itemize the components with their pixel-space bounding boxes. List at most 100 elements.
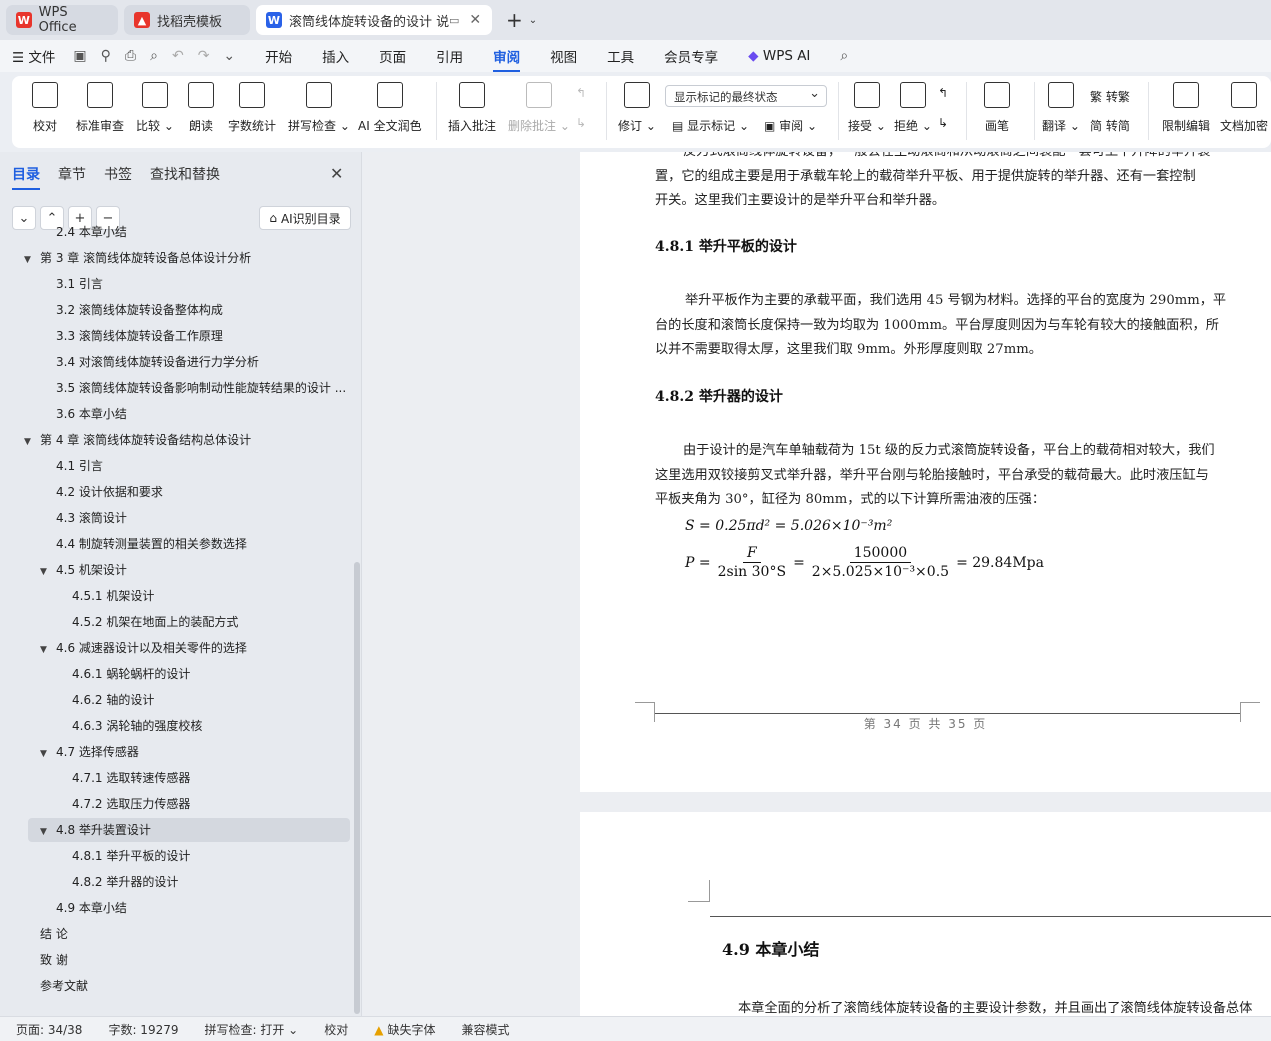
toc-item[interactable]: 4.5.2 机架在地面上的装配方式 (56, 609, 238, 635)
previous-comment-icon[interactable]: ↰ (576, 86, 586, 100)
expand-arrow-icon[interactable]: ▼ (40, 741, 56, 765)
close-icon[interactable]: ✕ (469, 12, 481, 28)
toc-item[interactable]: 4.9 本章小结 (40, 895, 127, 921)
reject-button[interactable]: 拒绝 ⌄ (894, 82, 932, 134)
toc-item[interactable]: 4.7.2 选取压力传感器 (56, 791, 190, 817)
encrypt-document-button[interactable]: 文档加密 (1220, 82, 1268, 134)
undo-icon[interactable]: ↶ (172, 48, 184, 64)
menu-reference[interactable]: 引用 (436, 46, 463, 66)
toc-item[interactable]: ▼ 4.5 机架设计 (40, 557, 127, 583)
menu-view[interactable]: 视图 (550, 46, 577, 66)
chevron-down-icon[interactable]: ⌄ (223, 48, 235, 64)
toc-item[interactable]: 4.5.1 机架设计 (56, 583, 154, 609)
menu-member[interactable]: 会员专享 (664, 46, 718, 66)
save-icon[interactable]: ▣ (73, 48, 86, 64)
print-icon[interactable]: ⎙ (125, 48, 136, 64)
file-menu[interactable]: ☰ 文件 (12, 46, 55, 66)
proofread-status[interactable]: 校对 (324, 1021, 348, 1038)
toc-item[interactable]: 4.8.1 举升平板的设计 (56, 843, 190, 869)
collapse-all-icon[interactable]: ⌄ (12, 206, 36, 230)
toc-item[interactable]: ▼ 第 3 章 滚筒线体旋转设备总体设计分析 (24, 245, 251, 271)
toc-item[interactable]: 3.1 引言 (40, 271, 103, 297)
pen-button[interactable]: 画笔 (984, 82, 1010, 134)
track-changes-button[interactable]: 修订 ⌄ (618, 82, 656, 134)
standard-review-button[interactable]: 标准审查 (76, 82, 124, 134)
toc-item[interactable]: 4.6.1 蜗轮蜗杆的设计 (56, 661, 190, 687)
toc-item[interactable]: ▼ 4.8 举升装置设计 (40, 817, 151, 843)
toc-item[interactable]: ▼ 第 4 章 滚筒线体旋转设备结构总体设计 (24, 427, 251, 453)
page-indicator[interactable]: 页面: 34/38 (16, 1021, 82, 1038)
ai-polish-button[interactable]: AI 全文润色 (358, 82, 422, 134)
print-preview-icon[interactable]: ⌕ (150, 48, 158, 64)
menu-review[interactable]: 审阅 (493, 46, 521, 72)
word-count[interactable]: 字数: 19279 (108, 1021, 178, 1038)
expand-arrow-icon[interactable]: ▼ (40, 559, 56, 583)
menu-tools[interactable]: 工具 (607, 46, 634, 66)
ai-toc-button[interactable]: ⌂ AI识别目录 (259, 206, 351, 230)
word-count-button[interactable]: 字数统计 (228, 82, 276, 134)
tab-chapters[interactable]: 章节 (58, 164, 86, 184)
expand-arrow-icon[interactable]: ▼ (40, 819, 56, 843)
export-icon[interactable]: ⚲ (101, 48, 111, 64)
expand-arrow-icon[interactable]: ▼ (24, 247, 40, 271)
toc-item[interactable]: 3.4 对滚筒线体旋转设备进行力学分析 (40, 349, 259, 375)
toc-item[interactable]: 4.7.1 选取转速传感器 (56, 765, 190, 791)
toc-item[interactable]: ▼ 4.7 选择传感器 (40, 739, 139, 765)
menu-start[interactable]: 开始 (265, 46, 292, 66)
proofread-button[interactable]: 校对 (32, 82, 58, 134)
close-icon[interactable]: ✕ (330, 164, 343, 183)
tab-toc[interactable]: 目录 (12, 164, 40, 190)
toc-item[interactable]: 4.1 引言 (40, 453, 103, 479)
insert-comment-button[interactable]: 插入批注 (448, 82, 496, 134)
toc-item[interactable]: 3.2 滚筒线体旋转设备整体构成 (40, 297, 223, 323)
toc-item[interactable]: 4.8.2 举升器的设计 (56, 869, 178, 895)
new-tab-icon[interactable]: + (506, 8, 523, 32)
delete-comment-button[interactable]: 删除批注 ⌄ (508, 82, 570, 134)
toc-item[interactable]: 4.2 设计依据和要求 (40, 479, 163, 505)
expand-arrow-icon[interactable]: ▼ (24, 429, 40, 453)
tab-bookmarks[interactable]: 书签 (104, 164, 132, 184)
toc-item[interactable]: 4.6.2 轴的设计 (56, 687, 154, 713)
toc-item[interactable]: 4.3 滚筒设计 (40, 505, 127, 531)
toc-item[interactable]: 致 谢 (24, 947, 68, 973)
markup-display-select[interactable]: 显示标记的最终状态 (665, 85, 827, 107)
toc-item[interactable]: 4.6.3 涡轮轴的强度校核 (56, 713, 202, 739)
toc-item[interactable]: 3.5 滚筒线体旋转设备影响制动性能旋转结果的设计 ... (40, 375, 346, 401)
review-pane-button[interactable]: ▣ 审阅 ⌄ (764, 117, 817, 134)
toc-item[interactable]: ▼ 4.6 减速器设计以及相关零件的选择 (40, 635, 247, 661)
navigation-tabs: 目录 章节 书签 查找和替换 (12, 164, 238, 190)
toc-item[interactable]: 3.6 本章小结 (40, 401, 127, 427)
toc-item-label: 4.5.2 机架在地面上的装配方式 (72, 615, 239, 629)
toc-item[interactable]: 2.4 本章小结 (40, 219, 127, 245)
missing-font-status[interactable]: ▲ 缺失字体 (374, 1021, 435, 1038)
previous-change-icon[interactable]: ↰ (938, 86, 948, 100)
next-comment-icon[interactable]: ↳ (576, 116, 586, 130)
menu-wps-ai[interactable]: ◆ WPS AI (748, 48, 810, 64)
spell-check-status[interactable]: 拼写检查: 打开 ⌄ (205, 1021, 299, 1038)
tab-current-document[interactable]: W 滚筒线体旋转设备的设计 说明 ▭ ✕ (256, 5, 492, 35)
compare-button[interactable]: 比较 ⌄ (136, 82, 174, 134)
read-aloud-button[interactable]: 朗读 (188, 82, 214, 134)
to-traditional-button[interactable]: 繁 转繁 (1090, 88, 1130, 105)
toc-item[interactable]: 4.4 制旋转测量装置的相关参数选择 (40, 531, 247, 557)
menu-insert[interactable]: 插入 (322, 46, 349, 66)
tab-docer[interactable]: ▲ 找稻壳模板 (124, 5, 250, 35)
to-simplified-button[interactable]: 简 转简 (1090, 117, 1130, 134)
tab-find-replace[interactable]: 查找和替换 (150, 164, 220, 184)
search-icon[interactable]: ⌕ (840, 48, 848, 64)
menu-page[interactable]: 页面 (379, 46, 406, 66)
chevron-down-icon[interactable]: ⌄ (529, 15, 537, 26)
restrict-editing-button[interactable]: 限制编辑 (1162, 82, 1210, 134)
toc-item[interactable]: 参考文献 (24, 973, 88, 999)
next-change-icon[interactable]: ↳ (938, 116, 948, 130)
toc-item[interactable]: 结 论 (24, 921, 68, 947)
redo-icon[interactable]: ↷ (198, 48, 210, 64)
translate-button[interactable]: 翻译 ⌄ (1042, 82, 1080, 134)
show-markup-button[interactable]: ▤ 显示标记 ⌄ (672, 117, 749, 134)
sidebar-scrollbar[interactable] (354, 562, 360, 1014)
toc-item[interactable]: 3.3 滚筒线体旋转设备工作原理 (40, 323, 223, 349)
spell-check-button[interactable]: 拼写检查 ⌄ (288, 82, 350, 134)
expand-arrow-icon[interactable]: ▼ (40, 637, 56, 661)
accept-button[interactable]: 接受 ⌄ (848, 82, 886, 134)
tab-wps-office[interactable]: W WPS Office (6, 5, 118, 35)
